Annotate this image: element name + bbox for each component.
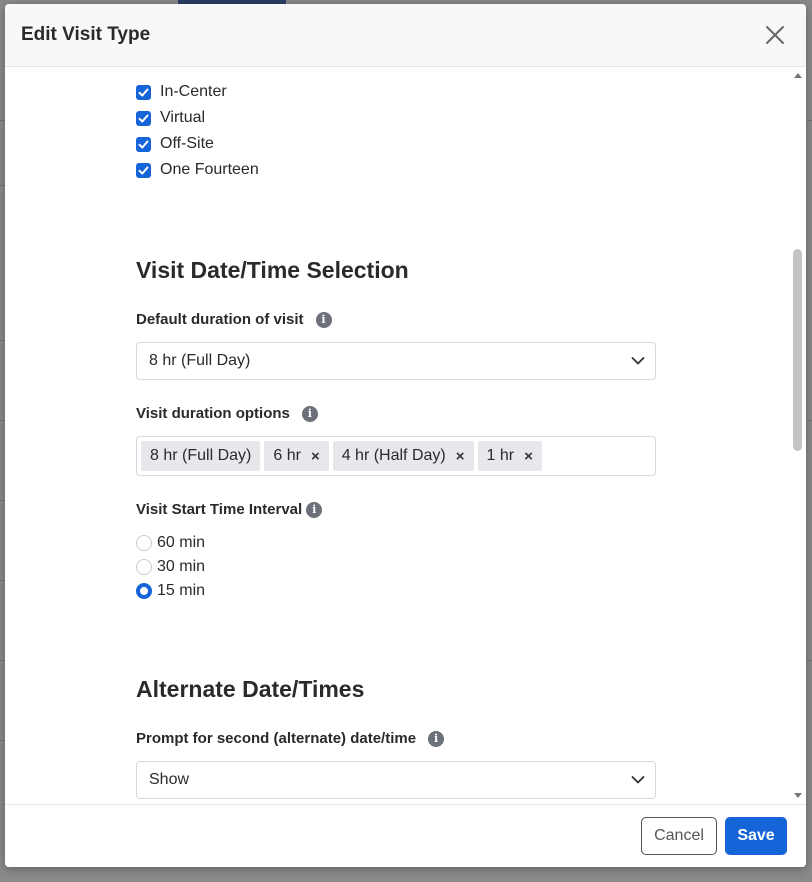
duration-tag: 1 hr × <box>477 441 542 471</box>
radio-label: 15 min <box>157 582 206 599</box>
chevron-down-icon <box>631 357 645 365</box>
info-icon[interactable]: i <box>428 730 445 747</box>
save-button[interactable]: Save <box>725 817 787 855</box>
background-divider <box>807 420 812 421</box>
remove-x-icon[interactable]: × <box>311 448 320 465</box>
info-icon[interactable]: i <box>306 501 323 518</box>
modal-body[interactable]: In-Center Virtual Off-Site One Fourteen <box>5 67 806 804</box>
checkmark-icon <box>138 114 149 122</box>
interval-option-30[interactable]: 30 min <box>136 556 205 578</box>
select-value: Show <box>149 771 190 788</box>
field-label-text: Visit Start Time Interval <box>136 501 303 518</box>
scroll-down-arrow-icon[interactable] <box>794 793 802 798</box>
location-option-one-fourteen[interactable]: One Fourteen <box>136 160 259 180</box>
location-option-virtual[interactable]: Virtual <box>136 108 205 128</box>
close-button[interactable] <box>764 24 786 46</box>
info-icon[interactable]: i <box>315 311 332 328</box>
tag-label: 4 hr (Half Day) <box>341 447 446 464</box>
duration-options-multiselect[interactable]: 8 hr (Full Day) 6 hr × 4 hr (Half Day) ×… <box>136 436 656 476</box>
radio-label: 60 min <box>157 534 206 551</box>
radio-button-selected[interactable] <box>136 583 152 599</box>
section-title-alternate: Alternate Date/Times <box>136 676 365 702</box>
tag-label: 6 hr <box>273 447 301 464</box>
info-icon[interactable]: i <box>301 405 318 422</box>
select-value: 8 hr (Full Day) <box>149 352 251 369</box>
checkbox[interactable] <box>136 110 151 126</box>
location-option-off-site[interactable]: Off-Site <box>136 134 214 154</box>
alternate-prompt-select[interactable]: Show <box>136 761 656 799</box>
close-icon <box>766 26 784 44</box>
scroll-up-arrow-icon[interactable] <box>794 73 802 78</box>
cancel-button[interactable]: Cancel <box>641 817 717 855</box>
chevron-down-icon <box>631 776 645 784</box>
modal-title: Edit Visit Type <box>21 24 151 45</box>
alternate-prompt-label: Prompt for second (alternate) date/time … <box>136 730 445 747</box>
checkbox-label: Off-Site <box>160 135 214 152</box>
interval-option-15[interactable]: 15 min <box>136 580 205 602</box>
background-divider <box>807 660 812 661</box>
remove-x-icon[interactable]: × <box>524 448 533 465</box>
checkbox-label: Virtual <box>160 109 206 126</box>
duration-options-label: Visit duration options i <box>136 405 318 422</box>
checkbox[interactable] <box>136 162 151 178</box>
radio-button[interactable] <box>136 559 152 575</box>
location-option-in-center[interactable]: In-Center <box>136 82 227 102</box>
duration-tag: 6 hr × <box>264 441 329 471</box>
tag-label: 1 hr <box>486 447 515 464</box>
radio-button[interactable] <box>136 535 152 551</box>
scrollbar-thumb[interactable] <box>793 249 802 451</box>
default-duration-label: Default duration of visit i <box>136 311 332 328</box>
field-label-text: Default duration of visit <box>136 311 304 328</box>
checkmark-icon <box>138 88 149 96</box>
section-title-date-time: Visit Date/Time Selection <box>136 257 409 283</box>
default-duration-select[interactable]: 8 hr (Full Day) <box>136 342 656 380</box>
vertical-scrollbar[interactable] <box>790 67 806 804</box>
duration-tag: 4 hr (Half Day) × <box>332 441 474 471</box>
radio-label: 30 min <box>157 558 206 575</box>
modal-footer: Cancel Save <box>5 804 806 867</box>
checkbox[interactable] <box>136 136 151 152</box>
checkbox-label: In-Center <box>160 83 227 100</box>
modal-header: Edit Visit Type <box>5 4 806 67</box>
checkmark-icon <box>138 166 149 174</box>
checkbox-label: One Fourteen <box>160 161 259 178</box>
edit-visit-type-modal: Edit Visit Type In-Center Virtual Off-Si… <box>5 4 806 867</box>
tag-label: 8 hr (Full Day) <box>150 447 252 464</box>
remove-x-icon[interactable]: × <box>456 448 465 465</box>
interval-option-60[interactable]: 60 min <box>136 532 205 554</box>
field-label-text: Prompt for second (alternate) date/time <box>136 730 417 747</box>
start-interval-label: Visit Start Time Interval i <box>136 501 323 518</box>
duration-tag: 8 hr (Full Day) <box>141 441 261 471</box>
field-label-text: Visit duration options <box>136 405 290 422</box>
checkmark-icon <box>138 140 149 148</box>
background-divider <box>807 120 812 121</box>
checkbox[interactable] <box>136 84 151 100</box>
